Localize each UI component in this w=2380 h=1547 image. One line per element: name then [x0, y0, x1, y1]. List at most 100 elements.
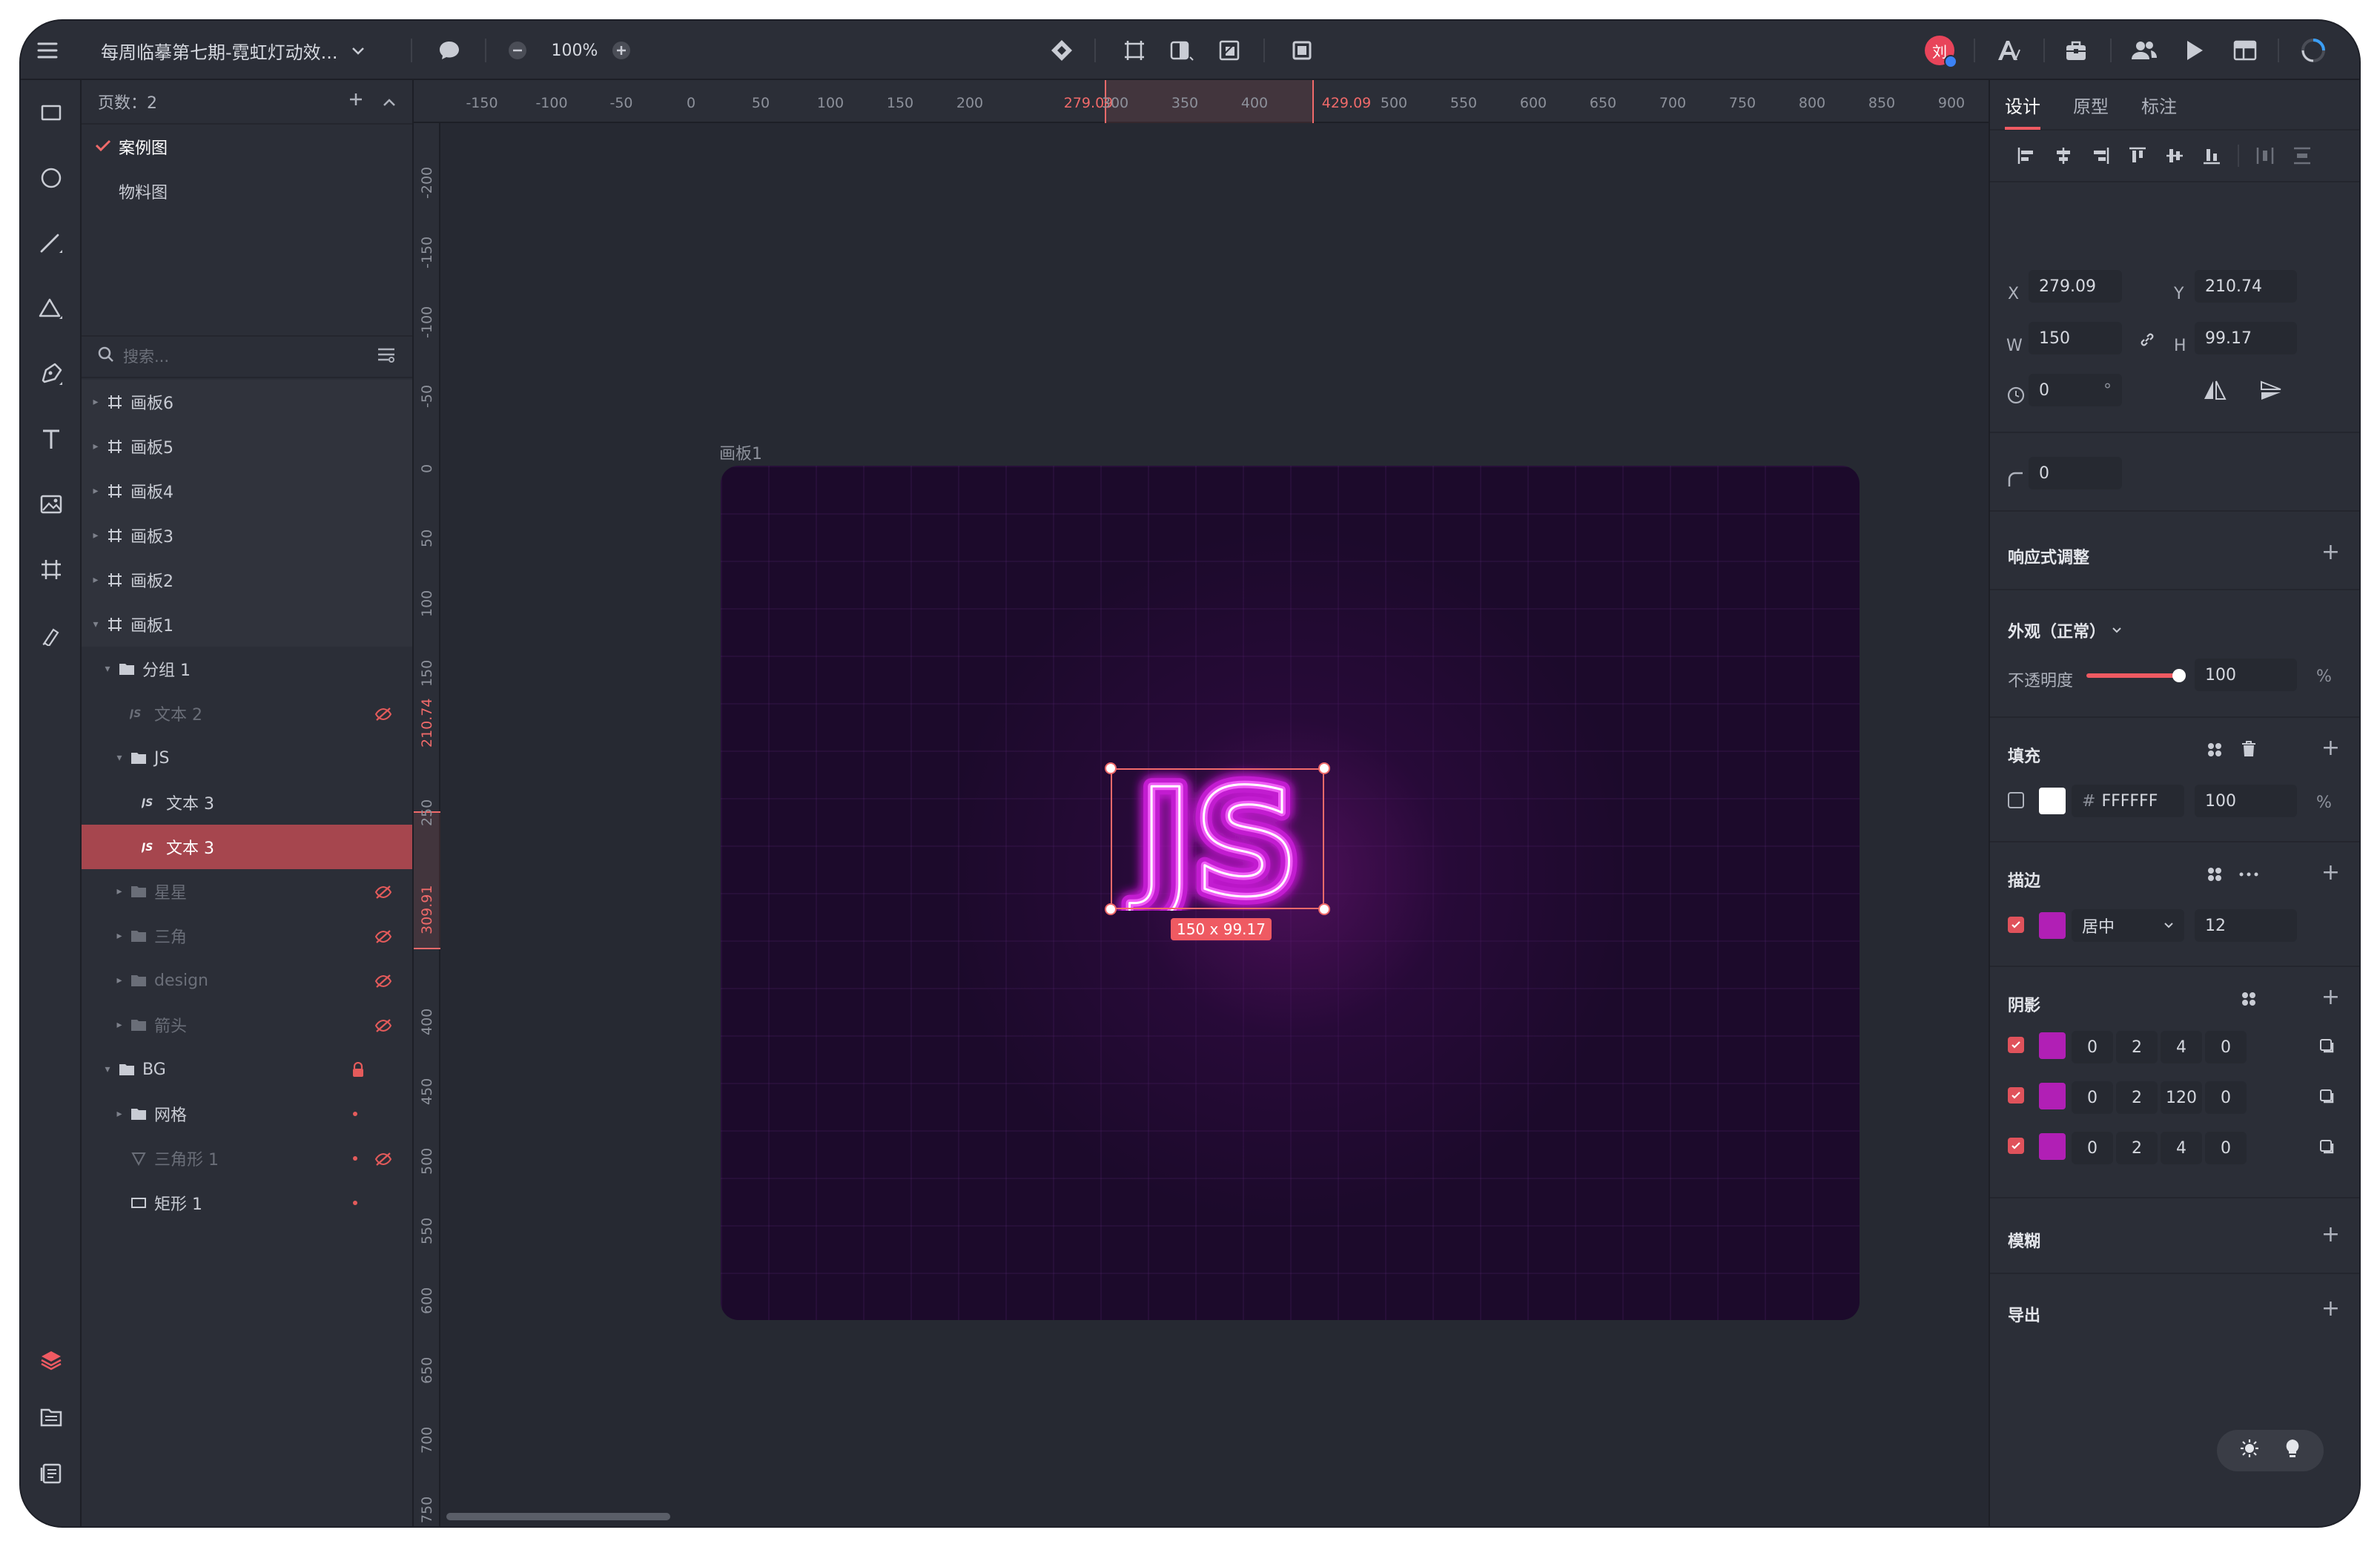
- appearance-section-title[interactable]: 外观（正常）: [2008, 619, 2122, 642]
- layer-row[interactable]: JS 文本 3: [82, 780, 412, 825]
- shadow-color-swatch[interactable]: [2039, 1083, 2066, 1109]
- document-title[interactable]: 每周临摹第七期-霓虹灯动效...: [101, 21, 365, 80]
- shadow-checkbox[interactable]: [2008, 1138, 2024, 1154]
- shadow-blur-input[interactable]: 4: [2161, 1031, 2202, 1063]
- shadow-blur-input[interactable]: 4: [2161, 1132, 2202, 1164]
- trash-icon[interactable]: [2241, 740, 2257, 758]
- opacity-slider-handle[interactable]: [2172, 669, 2186, 682]
- shadow-inner-toggle-icon[interactable]: [2319, 1038, 2336, 1055]
- flip-horizontal-icon[interactable]: [2202, 380, 2227, 402]
- align-left-icon[interactable]: [2008, 141, 2045, 171]
- shadow-x-input[interactable]: 0: [2072, 1031, 2113, 1063]
- height-input[interactable]: 99.17: [2195, 322, 2297, 354]
- assets-icon[interactable]: [30, 1396, 72, 1437]
- user-avatar[interactable]: 刘: [1919, 21, 1960, 80]
- boolean-icon[interactable]: [1209, 21, 1250, 80]
- menu-icon[interactable]: [27, 21, 68, 80]
- stroke-position-select[interactable]: 居中: [2072, 909, 2184, 942]
- caret-right-icon[interactable]: ▸: [113, 930, 126, 942]
- pen-tool-icon[interactable]: [30, 353, 72, 395]
- font-icon[interactable]: [1989, 21, 2030, 80]
- style-grid-icon[interactable]: [2241, 991, 2257, 1007]
- layer-row[interactable]: ▸ design: [82, 958, 412, 1003]
- fill-color-swatch[interactable]: [2039, 788, 2066, 814]
- caret-right-icon[interactable]: ▸: [113, 885, 126, 897]
- add-page-icon[interactable]: [348, 92, 363, 111]
- zoom-out-icon[interactable]: [497, 21, 538, 80]
- horizontal-scrollbar[interactable]: [446, 1513, 670, 1520]
- search-input[interactable]: [123, 348, 360, 366]
- add-fill-icon[interactable]: +: [2321, 737, 2340, 759]
- caret-down-icon[interactable]: ▾: [89, 619, 102, 630]
- layer-row[interactable]: ▸ 画板3: [82, 513, 412, 558]
- distribute-horizontal-icon[interactable]: [2247, 141, 2284, 171]
- stroke-color-swatch[interactable]: [2039, 912, 2066, 939]
- shadow-inner-toggle-icon[interactable]: [2319, 1139, 2336, 1155]
- layer-row[interactable]: JS 文本 2: [82, 691, 412, 736]
- shadow-color-swatch[interactable]: [2039, 1133, 2066, 1160]
- shadow-spread-input[interactable]: 0: [2205, 1031, 2247, 1063]
- opacity-input[interactable]: 100: [2195, 659, 2297, 691]
- artboard-tool-icon[interactable]: [30, 549, 72, 590]
- tab-design[interactable]: 设计: [2005, 79, 2040, 130]
- triangle-tool-icon[interactable]: [30, 288, 72, 329]
- layer-row[interactable]: ▸ 画板4: [82, 469, 412, 513]
- caret-right-icon[interactable]: ▸: [113, 974, 126, 986]
- slice-tool-icon[interactable]: [30, 614, 72, 656]
- add-export-icon[interactable]: +: [2321, 1298, 2340, 1320]
- layer-row[interactable]: ▾ BG: [82, 1047, 412, 1092]
- play-icon[interactable]: [2174, 21, 2215, 80]
- ellipse-tool-icon[interactable]: [30, 157, 72, 199]
- caret-right-icon[interactable]: ▸: [89, 574, 102, 586]
- align-right-icon[interactable]: [2082, 141, 2119, 171]
- layers-icon[interactable]: [30, 1339, 72, 1381]
- resize-handle-se[interactable]: [1318, 903, 1330, 915]
- eye-hidden-icon[interactable]: [374, 1016, 393, 1035]
- plugin-icon[interactable]: [2055, 21, 2097, 80]
- shadow-spread-input[interactable]: 0: [2205, 1081, 2247, 1114]
- layer-row[interactable]: ▸ 网格: [82, 1092, 412, 1136]
- caret-down-icon[interactable]: ▾: [101, 1063, 114, 1075]
- layer-row[interactable]: ▸ 画板2: [82, 558, 412, 602]
- fill-opacity-input[interactable]: 100: [2195, 785, 2297, 817]
- caret-right-icon[interactable]: ▸: [89, 530, 102, 541]
- shadow-color-swatch[interactable]: [2039, 1032, 2066, 1059]
- filter-icon[interactable]: [377, 346, 396, 367]
- eye-hidden-icon[interactable]: [374, 705, 393, 724]
- tab-prototype[interactable]: 原型: [2073, 79, 2109, 130]
- layer-row[interactable]: ▾ JS: [82, 736, 412, 780]
- fill-checkbox[interactable]: [2008, 792, 2024, 808]
- history-icon[interactable]: [30, 1452, 72, 1494]
- shadow-checkbox[interactable]: [2008, 1037, 2024, 1053]
- align-middle-v-icon[interactable]: [2156, 141, 2193, 171]
- style-grid-icon[interactable]: [2207, 742, 2223, 758]
- shadow-x-input[interactable]: 0: [2072, 1132, 2113, 1164]
- caret-right-icon[interactable]: ▸: [89, 485, 102, 497]
- shadow-spread-input[interactable]: 0: [2205, 1132, 2247, 1164]
- layer-row[interactable]: ▸ 画板5: [82, 424, 412, 469]
- shadow-inner-toggle-icon[interactable]: [2319, 1089, 2336, 1105]
- shadow-blur-input[interactable]: 120: [2161, 1081, 2202, 1114]
- distribute-vertical-icon[interactable]: [2284, 141, 2321, 171]
- zoom-level[interactable]: 100%: [549, 21, 601, 80]
- shadow-y-input[interactable]: 2: [2116, 1031, 2158, 1063]
- resize-handle-ne[interactable]: [1318, 762, 1330, 774]
- page-item-case[interactable]: 案例图: [82, 125, 412, 169]
- artboard-label[interactable]: 画板1: [719, 441, 762, 464]
- layer-row[interactable]: ▾ 画板1: [82, 602, 412, 647]
- add-responsive-icon[interactable]: +: [2321, 541, 2340, 564]
- tab-annotation[interactable]: 标注: [2141, 79, 2177, 130]
- zoom-in-icon[interactable]: [601, 21, 642, 80]
- opacity-slider[interactable]: [2086, 673, 2180, 678]
- layer-row[interactable]: 矩形 1: [82, 1181, 412, 1225]
- layer-row[interactable]: JS 文本 3: [82, 825, 412, 869]
- lock-icon[interactable]: [348, 1061, 368, 1080]
- shadow-y-input[interactable]: 2: [2116, 1132, 2158, 1164]
- width-input[interactable]: 150: [2029, 322, 2122, 354]
- component-icon[interactable]: [1041, 21, 1082, 80]
- layer-row[interactable]: 三角形 1: [82, 1136, 412, 1181]
- share-users-icon[interactable]: [2123, 21, 2165, 80]
- caret-down-icon[interactable]: ▾: [113, 752, 126, 764]
- image-tool-icon[interactable]: [30, 484, 72, 525]
- fill-hex-input[interactable]: # FFFFFF: [2072, 785, 2184, 817]
